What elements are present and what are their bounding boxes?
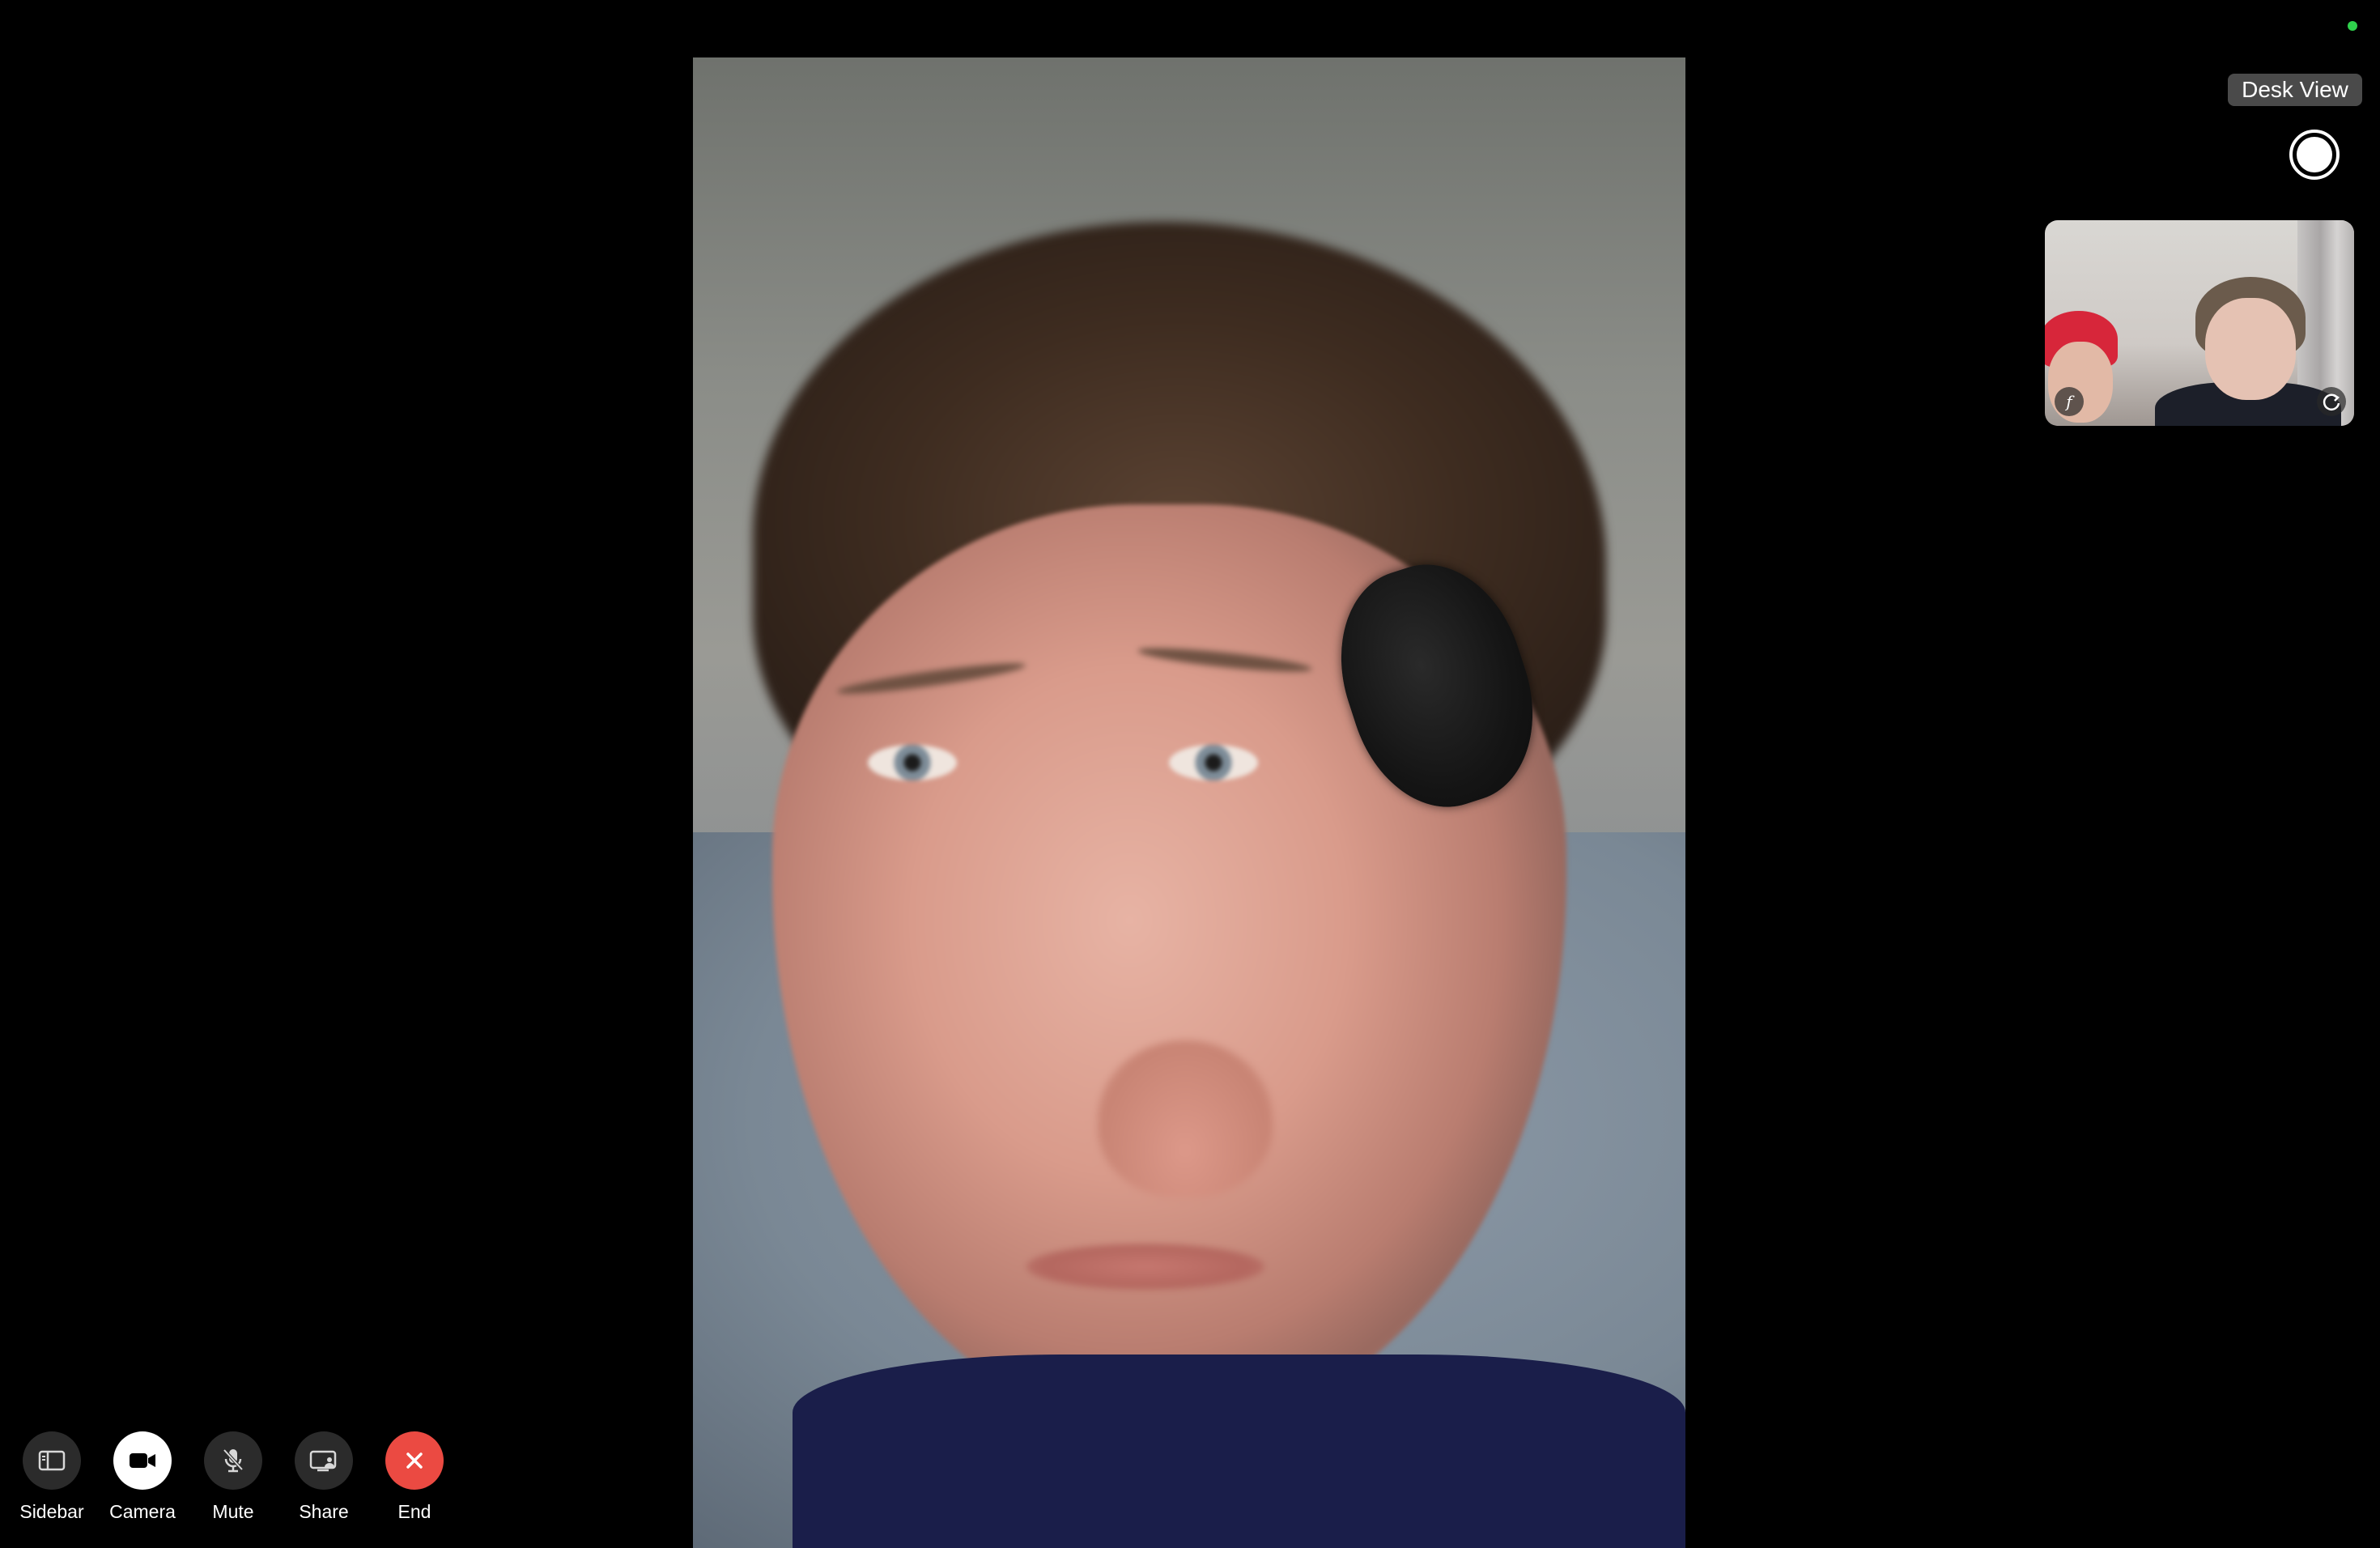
left-eyebrow [835, 657, 1027, 700]
shirt [792, 1354, 1685, 1548]
desk-view-tooltip: Desk View [2228, 74, 2362, 106]
camera-active-indicator [2348, 21, 2357, 31]
flip-camera-icon-glyph [2323, 393, 2340, 410]
capture-button-inner [2297, 137, 2332, 172]
end-label: End [397, 1501, 431, 1522]
capture-button[interactable] [2289, 130, 2340, 180]
mute-button[interactable] [204, 1431, 262, 1490]
sidebar-control[interactable]: Sidebar [19, 1431, 84, 1523]
sidebar-icon [38, 1450, 66, 1471]
screen-share-icon [309, 1450, 337, 1472]
mute-control[interactable]: Mute [204, 1431, 262, 1523]
nose [1098, 1040, 1273, 1198]
microphone-icon [223, 1448, 244, 1473]
share-label: Share [299, 1501, 349, 1522]
effects-icon-glyph: f [2064, 392, 2075, 411]
end-control[interactable]: End [385, 1431, 444, 1523]
share-button[interactable] [295, 1431, 353, 1490]
sidebar-button[interactable] [23, 1431, 81, 1490]
remote-video [693, 57, 1685, 1548]
self-view-thumbnail[interactable]: f [2045, 220, 2354, 426]
mute-label: Mute [212, 1501, 254, 1522]
mouth [1026, 1244, 1265, 1291]
sidebar-label: Sidebar [19, 1501, 84, 1522]
person-b-face [2205, 298, 2296, 400]
share-control[interactable]: Share [295, 1431, 353, 1523]
close-icon [406, 1452, 423, 1469]
svg-text:f: f [2064, 392, 2075, 411]
left-eye [867, 745, 957, 781]
camera-button[interactable] [113, 1431, 172, 1490]
camera-label: Camera [109, 1501, 176, 1522]
right-eye [1169, 745, 1259, 781]
flip-camera-icon[interactable] [2317, 387, 2346, 416]
camera-control[interactable]: Camera [109, 1431, 176, 1523]
end-call-button[interactable] [385, 1431, 444, 1490]
effects-icon[interactable]: f [2055, 387, 2084, 416]
right-eyebrow [1137, 643, 1313, 677]
video-call-window: Desk View f Sidebar Camera Mute Share En… [0, 0, 2380, 1548]
video-camera-icon [130, 1453, 155, 1468]
call-controls-bar: Sidebar Camera Mute Share End [19, 1431, 444, 1523]
